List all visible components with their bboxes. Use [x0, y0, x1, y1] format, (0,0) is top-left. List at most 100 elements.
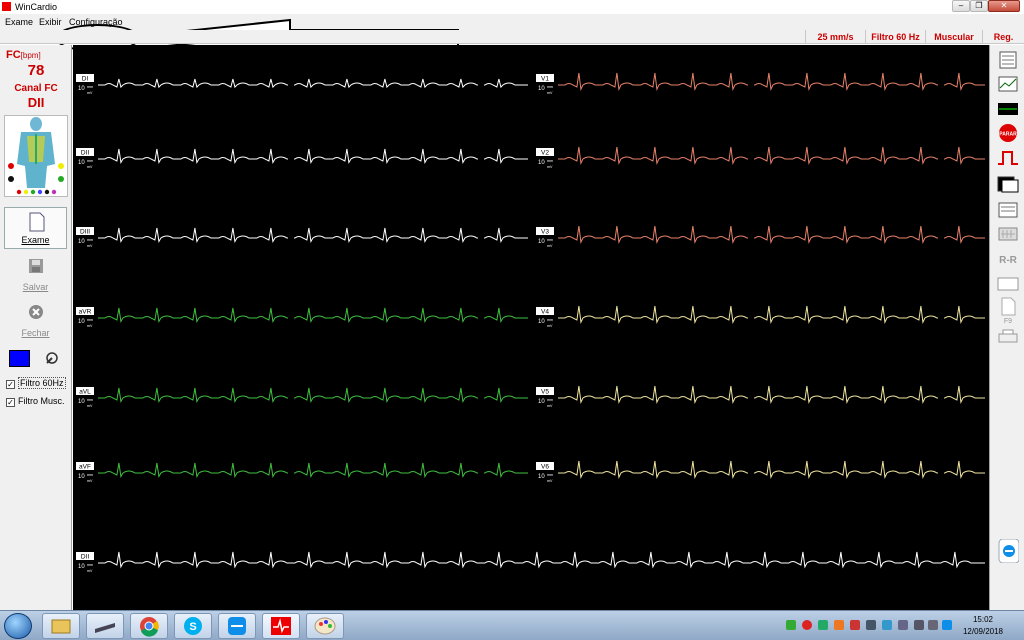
lead-gain-value: 10: [538, 399, 545, 405]
explorer-icon[interactable]: [42, 613, 80, 639]
menu-exame[interactable]: Exame: [5, 17, 33, 27]
menu-bar: Exame Exibir Configuração: [0, 14, 1024, 58]
tray-blocked-icon[interactable]: [802, 620, 812, 630]
tray-volume-icon[interactable]: [928, 620, 938, 630]
exame-label: Exame: [21, 235, 50, 245]
lead-gain-value: 10: [78, 239, 85, 245]
page-icon[interactable]: F9: [997, 297, 1019, 323]
wincardio-window: WinCardio – ❐ ✕ Exame Exibir Configuraçã…: [0, 0, 1024, 610]
teamviewer-icon[interactable]: [218, 613, 256, 639]
pulse-icon[interactable]: [997, 149, 1019, 167]
lead-name: V5: [541, 389, 549, 396]
save-icon: [29, 259, 43, 273]
lead-gain-value: 10: [538, 86, 545, 92]
chrome-icon[interactable]: [130, 613, 168, 639]
lead-gain-value: 10: [538, 319, 545, 325]
filtro-60hz-checkbox[interactable]: ✓ Filtro 60Hz: [6, 377, 66, 389]
lead-gain-unit-bottom: mV: [87, 479, 93, 483]
fc-value: 78: [27, 62, 45, 79]
lead-gain-unit-bottom: mV: [547, 479, 553, 483]
ecg-display: DI 10 mm mV DII 10 mm mV DIII 10 mm mV aVR 10 mm mV aVL 1…: [73, 45, 989, 610]
report-icon[interactable]: [997, 51, 1019, 69]
lead-name: aVR: [79, 309, 92, 316]
lead-label-dii: DII 10 mm mV: [76, 552, 94, 573]
tray-update-icon[interactable]: [786, 620, 796, 630]
lead-gain-value: 10: [78, 160, 85, 166]
lead-gain-unit-top: mm: [87, 318, 93, 322]
lead-gain-unit-top: mm: [87, 85, 93, 89]
lead-label-v6: V6 10 mm mV: [536, 462, 554, 483]
menu-exibir[interactable]: Exibir: [39, 17, 62, 27]
tray-security-icon[interactable]: [818, 620, 828, 630]
paint-icon[interactable]: [306, 613, 344, 639]
lead-label-v5: V5 10 mm mV: [536, 387, 554, 408]
salvar-button[interactable]: Salvar: [4, 253, 67, 295]
left-panel: FC[bpm] 78 Canal FC DII Exame Salvar Fec…: [0, 45, 72, 610]
restore-button[interactable]: ❐: [970, 0, 988, 12]
exame-button[interactable]: Exame: [4, 207, 67, 249]
tray-dropbox-icon[interactable]: [882, 620, 892, 630]
lead-gain-unit-top: mm: [87, 473, 93, 477]
minimize-button[interactable]: –: [952, 0, 970, 12]
monitor-icon[interactable]: [997, 100, 1019, 118]
lead-gain-unit-top: mm: [87, 563, 93, 567]
stop-icon[interactable]: PARAR: [997, 124, 1019, 142]
lead-gain-value: 10: [78, 319, 85, 325]
ecg-trace-v2: [558, 146, 985, 165]
color-swatch-button[interactable]: [9, 350, 30, 367]
lead-name: V3: [541, 229, 549, 236]
ecg-trace-v1: [558, 72, 985, 91]
grid-icon[interactable]: [997, 225, 1019, 243]
settings-tool-icon[interactable]: [44, 350, 60, 366]
lead-gain-unit-top: mm: [547, 398, 553, 402]
print-icon[interactable]: [997, 327, 1019, 345]
lead-gain-unit-bottom: mV: [87, 91, 93, 95]
status-reg: Reg.: [982, 30, 1024, 44]
tray-network-icon[interactable]: [898, 620, 908, 630]
tray-antivirus-icon[interactable]: [850, 620, 860, 630]
electrode-placement-diagram[interactable]: [4, 115, 68, 197]
lead-label-avl: aVL 10 mm mV: [76, 387, 94, 408]
status-muscular: Muscular: [925, 30, 982, 44]
fc-label: FC[bpm]: [6, 49, 41, 61]
chart-icon[interactable]: [997, 75, 1019, 93]
lead-gain-unit-bottom: mV: [547, 244, 553, 248]
ecg-trace-v6: [558, 460, 985, 479]
blank-icon[interactable]: [997, 275, 1019, 293]
stop-label: PARAR: [999, 132, 1017, 138]
tray-app-icon[interactable]: [834, 620, 844, 630]
lead-gain-value: 10: [78, 564, 85, 570]
ecg-trace-diii: [98, 227, 528, 244]
lead-gain-unit-top: mm: [87, 238, 93, 242]
scanner-icon[interactable]: [86, 613, 124, 639]
lead-label-v1: V1 10 mm mV: [536, 74, 554, 95]
tray-device-icon[interactable]: [866, 620, 876, 630]
skype-icon[interactable]: S: [174, 613, 212, 639]
start-button[interactable]: [4, 613, 32, 639]
lead-gain-unit-top: mm: [547, 85, 553, 89]
lead-gain-value: 10: [538, 474, 545, 480]
fechar-button[interactable]: Fechar: [4, 299, 67, 341]
lead-name: V2: [541, 150, 549, 157]
lead-label-v4: V4 10 mm mV: [536, 307, 554, 328]
filtro-60hz-label: Filtro 60Hz: [18, 377, 66, 389]
lead-gain-unit-bottom: mV: [547, 324, 553, 328]
wincardio-icon[interactable]: [262, 613, 300, 639]
window-icon[interactable]: [997, 175, 1019, 193]
lead-name: V6: [541, 464, 549, 471]
close-button[interactable]: ✕: [988, 0, 1020, 12]
system-clock[interactable]: 15:02 12/09/2018: [958, 614, 1008, 638]
tray-teamviewer-icon[interactable]: [942, 620, 952, 630]
lead-gain-unit-top: mm: [547, 159, 553, 163]
lead-name: V1: [541, 76, 549, 83]
ecg-trace-v3: [558, 225, 985, 244]
lead-gain-unit-top: mm: [547, 473, 553, 477]
list-icon[interactable]: [997, 201, 1019, 219]
lead-gain-unit-top: mm: [87, 398, 93, 402]
rr-icon[interactable]: R-R: [997, 250, 1019, 268]
filtro-musc-checkbox[interactable]: ✓ Filtro Musc.: [6, 396, 65, 407]
tray-signal-icon[interactable]: [914, 620, 924, 630]
teamviewer-tab-icon[interactable]: [997, 539, 1019, 563]
lead-label-v2: V2 10 mm mV: [536, 148, 554, 169]
lead-gain-unit-bottom: mV: [547, 165, 553, 169]
